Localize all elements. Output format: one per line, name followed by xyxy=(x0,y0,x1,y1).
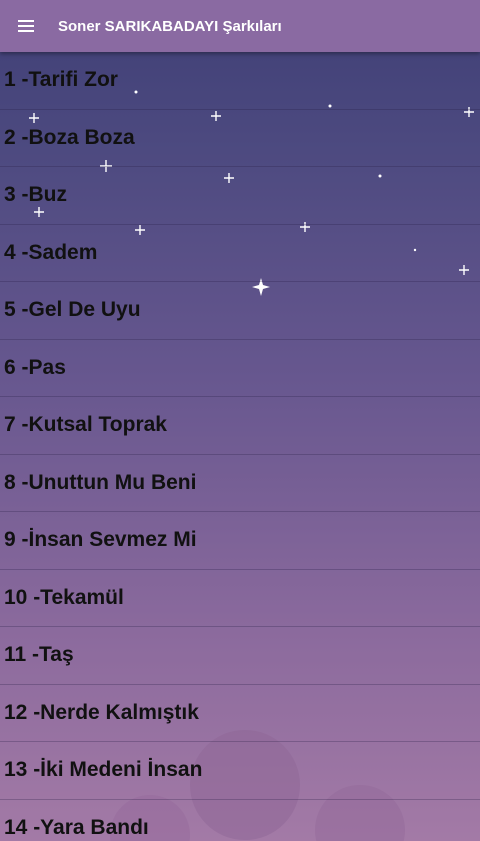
song-item-7[interactable]: 7 -Kutsal Toprak xyxy=(0,397,480,455)
song-label: 13 -İki Medeni İnsan xyxy=(4,758,203,782)
song-label: 14 -Yara Bandı xyxy=(4,815,149,839)
song-label: 1 -Tarifi Zor xyxy=(4,68,118,92)
song-item-12[interactable]: 12 -Nerde Kalmıştık xyxy=(0,685,480,742)
song-label: 5 -Gel De Uyu xyxy=(4,298,141,322)
song-item-9[interactable]: 9 -İnsan Sevmez Mi xyxy=(0,512,480,570)
song-item-10[interactable]: 10 -Tekamül xyxy=(0,570,480,627)
song-item-5[interactable]: 5 -Gel De Uyu xyxy=(0,282,480,340)
song-item-1[interactable]: 1 -Tarifi Zor xyxy=(0,52,480,110)
app-title: Soner SARIKABADAYI Şarkıları xyxy=(58,17,282,35)
song-item-11[interactable]: 11 -Taş xyxy=(0,627,480,685)
song-label: 3 -Buz xyxy=(4,183,67,207)
song-item-8[interactable]: 8 -Unuttun Mu Beni xyxy=(0,455,480,512)
song-item-6[interactable]: 6 -Pas xyxy=(0,340,480,397)
song-item-4[interactable]: 4 -Sadem xyxy=(0,225,480,282)
song-label: 2 -Boza Boza xyxy=(4,125,135,149)
song-item-2[interactable]: 2 -Boza Boza xyxy=(0,110,480,167)
app-bar: Soner SARIKABADAYI Şarkıları xyxy=(0,0,480,52)
song-label: 12 -Nerde Kalmıştık xyxy=(4,700,199,724)
song-item-3[interactable]: 3 -Buz xyxy=(0,167,480,225)
song-item-13[interactable]: 13 -İki Medeni İnsan xyxy=(0,742,480,800)
song-label: 4 -Sadem xyxy=(4,240,98,264)
song-label: 8 -Unuttun Mu Beni xyxy=(4,470,197,494)
song-label: 9 -İnsan Sevmez Mi xyxy=(4,528,197,552)
song-label: 7 -Kutsal Toprak xyxy=(4,413,167,437)
song-label: 6 -Pas xyxy=(4,355,66,379)
song-label: 10 -Tekamül xyxy=(4,585,124,609)
song-list: 1 -Tarifi Zor 2 -Boza Boza 3 -Buz 4 -Sad… xyxy=(0,52,480,841)
song-item-14[interactable]: 14 -Yara Bandı xyxy=(0,800,480,841)
song-label: 11 -Taş xyxy=(4,643,74,667)
hamburger-menu-icon[interactable] xyxy=(0,0,52,52)
